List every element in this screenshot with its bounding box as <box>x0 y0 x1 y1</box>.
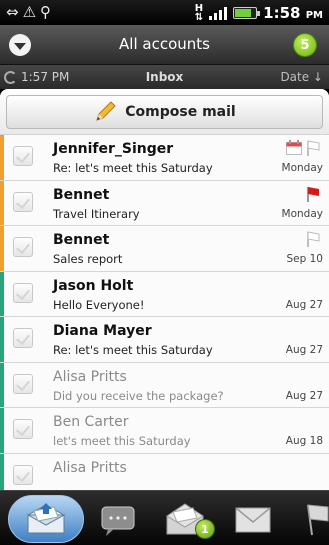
tab-unread[interactable]: 1 <box>160 495 215 543</box>
signal-icon <box>209 6 228 20</box>
compose-area: Compose mail <box>0 89 329 135</box>
mail-date: Monday <box>281 207 323 220</box>
account-color-strip <box>0 271 4 316</box>
flag-outline-icon[interactable] <box>306 140 320 156</box>
account-color-strip <box>0 135 4 180</box>
flag-outline-icon[interactable] <box>306 231 320 247</box>
account-title[interactable]: All accounts <box>0 35 329 53</box>
select-checkbox[interactable] <box>13 373 33 394</box>
usb-icon: ⚲ <box>40 3 56 21</box>
account-header: All accounts 5 <box>0 25 329 65</box>
select-checkbox[interactable] <box>13 328 33 348</box>
battery-icon <box>233 7 261 19</box>
status-indicators: H ⇅ 1:58 PM <box>194 3 323 23</box>
mail-date: Aug 27 <box>285 344 323 356</box>
account-color-strip <box>0 180 4 225</box>
select-checkbox[interactable] <box>13 237 33 257</box>
mail-list: Jennifer_Singer Re: let's meet this Satur… <box>0 135 329 490</box>
account-color-strip <box>0 408 4 453</box>
status-clock: 1:58 PM <box>263 4 323 22</box>
mail-list-item[interactable]: Ben Carter let's meet this Saturday Aug 18 <box>0 408 329 454</box>
mail-subject: Did you receive the package? <box>53 388 224 403</box>
select-checkbox[interactable] <box>13 464 33 485</box>
select-checkbox[interactable] <box>13 146 33 166</box>
flag-icon <box>307 504 329 536</box>
mail-list-item[interactable]: Alisa Pritts <box>0 453 329 490</box>
mail-date: Aug 27 <box>285 389 323 402</box>
conversation-icon <box>101 506 135 536</box>
status-bar: ⇔⚠⚲ H ⇅ 1:58 PM <box>0 0 329 25</box>
calendar-icon <box>286 140 302 155</box>
inbox-envelope-icon <box>26 503 66 534</box>
mail-subject: Hello Everyone! <box>53 297 145 312</box>
mail-subject: Re: let's meet this Saturday <box>53 343 213 357</box>
envelope-icon <box>235 507 271 533</box>
mail-date: Monday <box>281 162 323 174</box>
mail-list-item[interactable]: Diana Mayer Re: let's meet this Saturday A… <box>0 317 329 363</box>
account-color-strip <box>0 226 4 271</box>
select-checkbox[interactable] <box>13 282 33 303</box>
mail-subject: Re: let's meet this Saturday <box>53 161 213 175</box>
mail-list-item[interactable]: Bennet Sales report Sep 10 <box>0 226 329 272</box>
bottom-tab-bar: 1 <box>0 490 329 545</box>
mail-list-item[interactable]: Jason Holt Hello Everyone! Aug 27 <box>0 271 329 317</box>
mail-sender: Alisa Pritts <box>53 368 127 385</box>
mail-date: Aug 27 <box>285 298 323 311</box>
mail-sender: Bennet <box>53 186 110 203</box>
mail-sender: Jennifer_Singer <box>53 141 174 157</box>
mail-list-panel: Compose mail Jennifer_Singer Re: let's me… <box>0 89 329 490</box>
link-icon: ⇔ <box>6 3 23 21</box>
compose-mail-button[interactable]: Compose mail <box>6 95 323 129</box>
mail-date: Sep 10 <box>286 253 324 265</box>
account-color-strip <box>0 317 4 362</box>
inbox-info-bar: 1:57 PM Inbox Date ↓ <box>0 65 329 89</box>
mail-sender: Ben Carter <box>53 414 129 430</box>
tab-flagged[interactable] <box>300 495 329 543</box>
pencil-icon <box>96 101 116 121</box>
tab-conversations[interactable] <box>92 495 142 543</box>
select-checkbox[interactable] <box>13 191 33 212</box>
mail-list-item[interactable]: Bennet Travel Itinerary Monday <box>0 180 329 226</box>
mail-sender: Alisa Pritts <box>53 459 127 476</box>
mail-subject: Sales report <box>53 252 123 266</box>
notification-icons: ⇔⚠⚲ <box>6 3 55 21</box>
network-type-indicator: H ⇅ <box>194 3 204 23</box>
unread-badge: 1 <box>195 519 215 539</box>
tab-inbox[interactable] <box>8 495 84 543</box>
account-color-strip <box>0 362 4 407</box>
mail-list-item[interactable]: Jennifer_Singer Re: let's meet this Satur… <box>0 135 329 181</box>
mail-sender: Diana Mayer <box>53 323 152 339</box>
select-checkbox[interactable] <box>13 419 33 439</box>
mail-subject: Travel Itinerary <box>53 206 140 221</box>
sort-button[interactable]: Date ↓ <box>280 70 323 84</box>
tab-all-mail[interactable] <box>228 495 278 543</box>
mail-subject: let's meet this Saturday <box>53 434 191 448</box>
account-color-strip <box>0 453 4 490</box>
mail-date: Aug 18 <box>285 435 323 447</box>
mail-sender: Jason Holt <box>53 277 134 294</box>
compose-mail-label: Compose mail <box>125 104 236 120</box>
mail-sender: Bennet <box>53 232 110 248</box>
flag-red-icon[interactable] <box>306 186 320 202</box>
unread-count-badge: 5 <box>293 33 317 57</box>
mail-list-item[interactable]: Alisa Pritts Did you receive the package?… <box>0 362 329 408</box>
warning-icon: ⚠ <box>22 3 41 21</box>
